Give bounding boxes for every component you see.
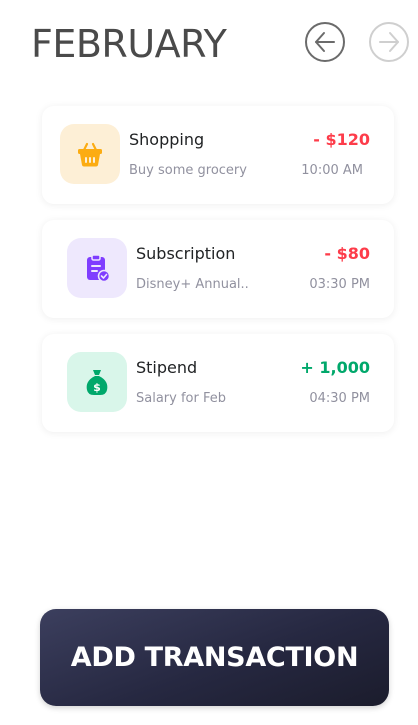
transaction-time: 04:30 PM <box>309 391 370 406</box>
transaction-card[interactable]: $ Stipend Salary for Feb + 1,000 04:30 P… <box>42 334 394 432</box>
arrow-left-icon <box>315 32 335 52</box>
svg-text:$: $ <box>93 381 101 394</box>
transaction-title: Subscription <box>136 244 236 263</box>
next-month-button[interactable] <box>369 22 409 62</box>
transaction-description: Disney+ Annual.. <box>136 277 249 292</box>
shopping-category-badge <box>60 124 120 184</box>
previous-month-button[interactable] <box>305 22 345 62</box>
shopping-basket-icon <box>78 142 102 167</box>
arrow-right-icon <box>379 32 399 52</box>
subscription-category-badge <box>67 238 127 298</box>
transaction-amount: - $120 <box>313 130 370 149</box>
transaction-card[interactable]: Shopping Buy some grocery - $120 10:00 A… <box>42 106 394 204</box>
transaction-amount: + 1,000 <box>300 358 370 377</box>
transaction-description: Buy some grocery <box>129 163 247 178</box>
transaction-description: Salary for Feb <box>136 391 226 406</box>
transaction-time: 10:00 AM <box>301 163 363 178</box>
income-category-badge: $ <box>67 352 127 412</box>
transaction-title: Shopping <box>129 130 205 149</box>
add-transaction-button[interactable]: ADD TRANSACTION <box>40 609 389 706</box>
transaction-title: Stipend <box>136 358 198 377</box>
transaction-amount: - $80 <box>324 244 370 263</box>
transaction-time: 03:30 PM <box>309 277 370 292</box>
money-bag-icon: $ <box>86 370 108 395</box>
month-title: FEBRUARY <box>31 22 227 66</box>
transaction-card[interactable]: Subscription Disney+ Annual.. - $80 03:3… <box>42 220 394 318</box>
subscription-clipboard-icon <box>87 254 111 283</box>
